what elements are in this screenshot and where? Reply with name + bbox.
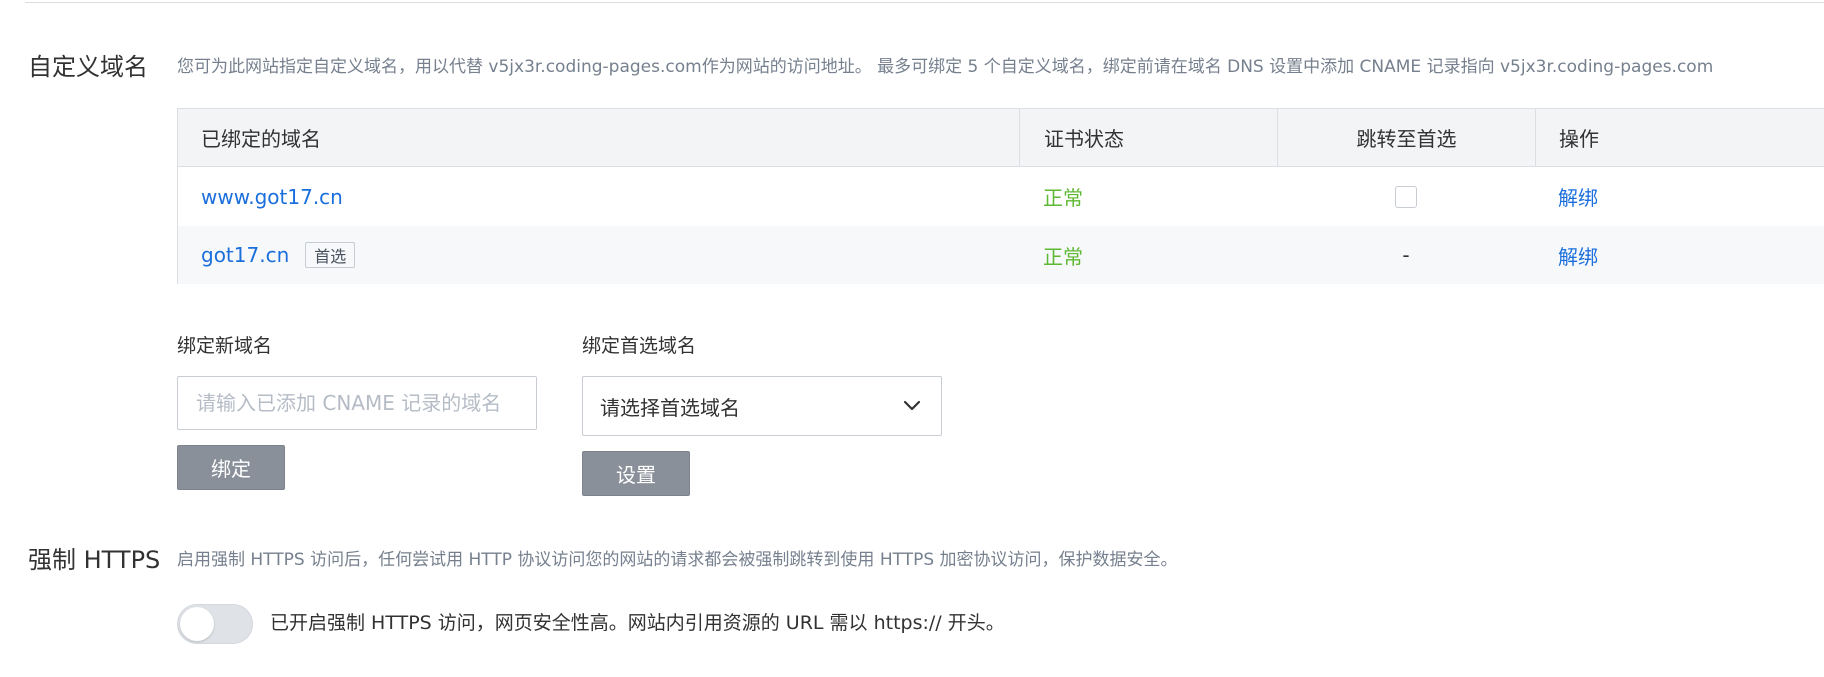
bind-button[interactable]: 绑定 bbox=[177, 445, 285, 490]
bind-primary-domain-label: 绑定首选域名 bbox=[582, 335, 697, 357]
bound-domains-table: 已绑定的域名 证书状态 跳转至首选 操作 www.got17.cn 正常 解绑 … bbox=[177, 108, 1824, 284]
unbind-link[interactable]: 解绑 bbox=[1558, 182, 1598, 211]
unbind-link[interactable]: 解绑 bbox=[1558, 241, 1598, 270]
header-cert-status: 证书状态 bbox=[1019, 109, 1277, 166]
header-redirect: 跳转至首选 bbox=[1277, 109, 1535, 166]
primary-domain-select[interactable]: 请选择首选域名 bbox=[582, 376, 942, 436]
header-actions: 操作 bbox=[1535, 109, 1824, 166]
cert-status: 正常 bbox=[1043, 186, 1083, 210]
custom-domain-title: 自定义域名 bbox=[28, 53, 148, 81]
force-https-description: 启用强制 HTTPS 访问后，任何尝试用 HTTP 协议访问您的网站的请求都会被… bbox=[177, 550, 1178, 570]
bind-new-domain-label: 绑定新域名 bbox=[177, 335, 273, 357]
chevron-down-icon bbox=[903, 400, 921, 411]
set-primary-button[interactable]: 设置 bbox=[582, 451, 690, 496]
cert-status: 正常 bbox=[1043, 244, 1083, 269]
primary-domain-select-value: 请选择首选域名 bbox=[600, 395, 740, 420]
pages-settings-panel: 自定义域名 您可为此网站指定自定义域名，用以代替 v5jx3r.coding-p… bbox=[0, 0, 1824, 677]
domain-link[interactable]: got17.cn bbox=[201, 243, 289, 267]
header-domain: 已绑定的域名 bbox=[201, 127, 321, 151]
domain-link[interactable]: www.got17.cn bbox=[201, 185, 343, 209]
redirect-to-primary-checkbox[interactable] bbox=[1395, 185, 1417, 208]
force-https-title: 强制 HTTPS bbox=[28, 546, 161, 574]
force-https-toggle-label: 已开启强制 HTTPS 访问，网页安全性高。网站内引用资源的 URL 需以 ht… bbox=[270, 612, 1005, 634]
custom-domain-description: 您可为此网站指定自定义域名，用以代替 v5jx3r.coding-pages.c… bbox=[177, 57, 1714, 77]
toggle-knob bbox=[180, 607, 214, 641]
new-domain-input[interactable] bbox=[177, 376, 537, 430]
redirect-placeholder: - bbox=[1402, 243, 1410, 267]
force-https-toggle[interactable] bbox=[177, 604, 253, 644]
table-row: got17.cn 首选 正常 - 解绑 bbox=[178, 226, 1824, 284]
top-divider bbox=[25, 2, 1824, 3]
table-header: 已绑定的域名 证书状态 跳转至首选 操作 bbox=[178, 109, 1824, 167]
table-row: www.got17.cn 正常 解绑 bbox=[178, 167, 1824, 226]
primary-tag: 首选 bbox=[305, 242, 356, 268]
